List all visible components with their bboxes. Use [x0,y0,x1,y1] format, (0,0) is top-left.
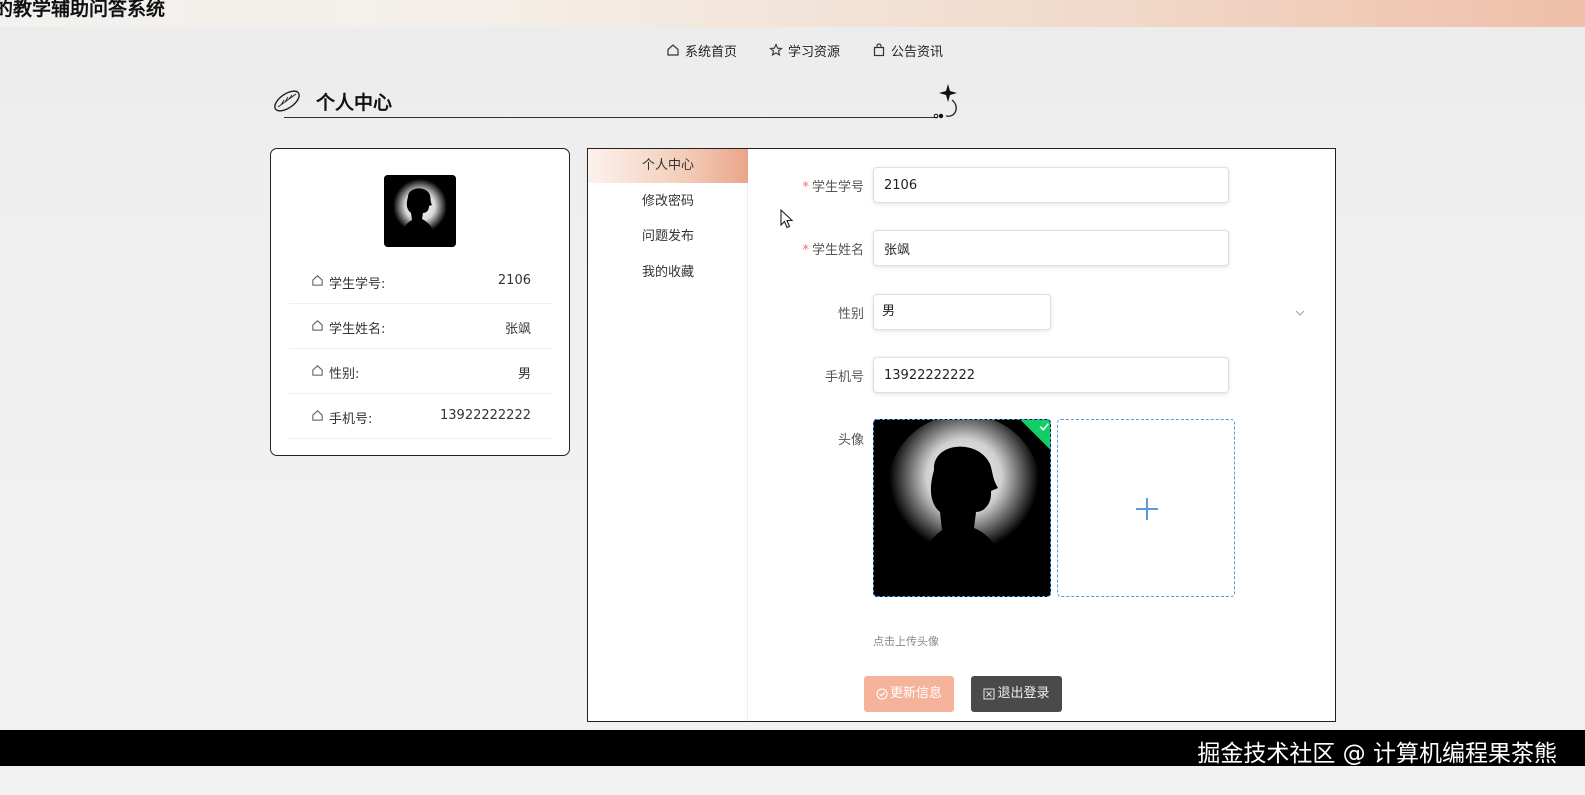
profile-label: 学生姓名: [329,322,386,337]
home-icon [312,365,323,376]
check-icon [1039,423,1049,431]
profile-value: 13922222222 [440,408,531,423]
required-mark: * [802,243,809,258]
site-title: 的教学辅助问答系统 [0,0,166,20]
nav-item-notices[interactable]: 公告资讯 [872,38,943,62]
profile-label: 学生学号: [329,277,386,292]
nav-label: 公告资讯 [891,44,944,60]
nav-item-resources[interactable]: 学习资源 [769,38,840,62]
label-text: 学生学号 [811,180,864,195]
profile-avatar [384,175,456,247]
required-mark: * [802,180,809,195]
menu-item-my-favorites[interactable]: 我的收藏 [588,256,748,290]
nav-label: 学习资源 [788,44,841,60]
main-panel: 个人中心 修改密码 问题发布 我的收藏 *学生学号 *学生姓名 性别 男 手机号… [587,148,1336,722]
watermark: 掘金技术社区 @ 计算机编程果茶熊 [1197,741,1557,767]
avatar-image [874,420,1050,596]
sparkle-icon [933,84,957,119]
home-icon [312,410,323,421]
close-square-icon [983,688,996,700]
avatar-upload-button[interactable] [1057,419,1235,597]
profile-card: 学生学号: 2106 学生姓名: 张飒 性别: 男 手机号: 139222222… [270,148,570,456]
feather-icon [274,90,300,112]
mouse-cursor-icon [780,209,794,229]
gender-select[interactable]: 男 [873,294,1051,330]
avatar-preview[interactable] [873,419,1051,597]
section-underline [284,117,938,118]
plus-icon [1136,498,1158,520]
profile-value: 2106 [497,273,531,288]
menu-item-personal-center[interactable]: 个人中心 [588,149,748,183]
avatar-label: 头像 [837,433,864,448]
home-icon [666,43,680,57]
section-title: 个人中心 [316,92,393,114]
student-id-label: * 学生学号 [784,176,864,195]
top-banner: 的教学辅助问答系统 [0,0,1585,27]
menu-item-post-question[interactable]: 问题发布 [588,220,748,254]
side-menu: 个人中心 修改密码 问题发布 我的收藏 [588,149,748,721]
home-icon [312,320,323,331]
profile-row-student-name: 学生姓名: 张飒 [289,304,553,349]
profile-label: 性别: [329,367,360,382]
logout-button[interactable]: 退出登录 [971,676,1062,712]
nav-label: 系统首页 [685,44,738,60]
profile-label: 手机号: [329,412,373,427]
bag-icon [872,43,886,57]
profile-row-phone: 手机号: 13922222222 [289,394,553,439]
student-name-label: * 学生姓名 [784,239,864,258]
update-label: 更新信息 [889,686,942,701]
section-header: 个人中心 [272,82,957,124]
home-icon [312,275,323,286]
profile-value: 张飒 [504,322,531,337]
label-text: 学生姓名 [811,243,864,258]
phone-input[interactable] [873,357,1229,393]
profile-row-student-id: 学生学号: 2106 [289,259,553,304]
nav-item-home[interactable]: 系统首页 [666,38,737,62]
profile-value: 男 [517,367,531,382]
menu-item-change-password[interactable]: 修改密码 [588,185,748,219]
star-icon [769,43,783,57]
phone-label: 手机号 [824,370,864,385]
student-id-input[interactable] [873,167,1229,203]
profile-row-gender: 性别: 男 [289,349,553,394]
student-name-input[interactable] [873,230,1229,266]
main-nav: 系统首页 学习资源 公告资讯 [0,38,1585,62]
check-circle-icon [876,688,888,700]
logout-label: 退出登录 [997,686,1050,701]
upload-tip: 点击上传头像 [873,635,939,648]
chevron-down-icon[interactable] [1293,306,1307,320]
gender-label: 性别 [837,307,864,322]
footer-bar: 掘金技术社区 @ 计算机编程果茶熊 [0,730,1585,767]
update-info-button[interactable]: 更新信息 [864,676,954,712]
